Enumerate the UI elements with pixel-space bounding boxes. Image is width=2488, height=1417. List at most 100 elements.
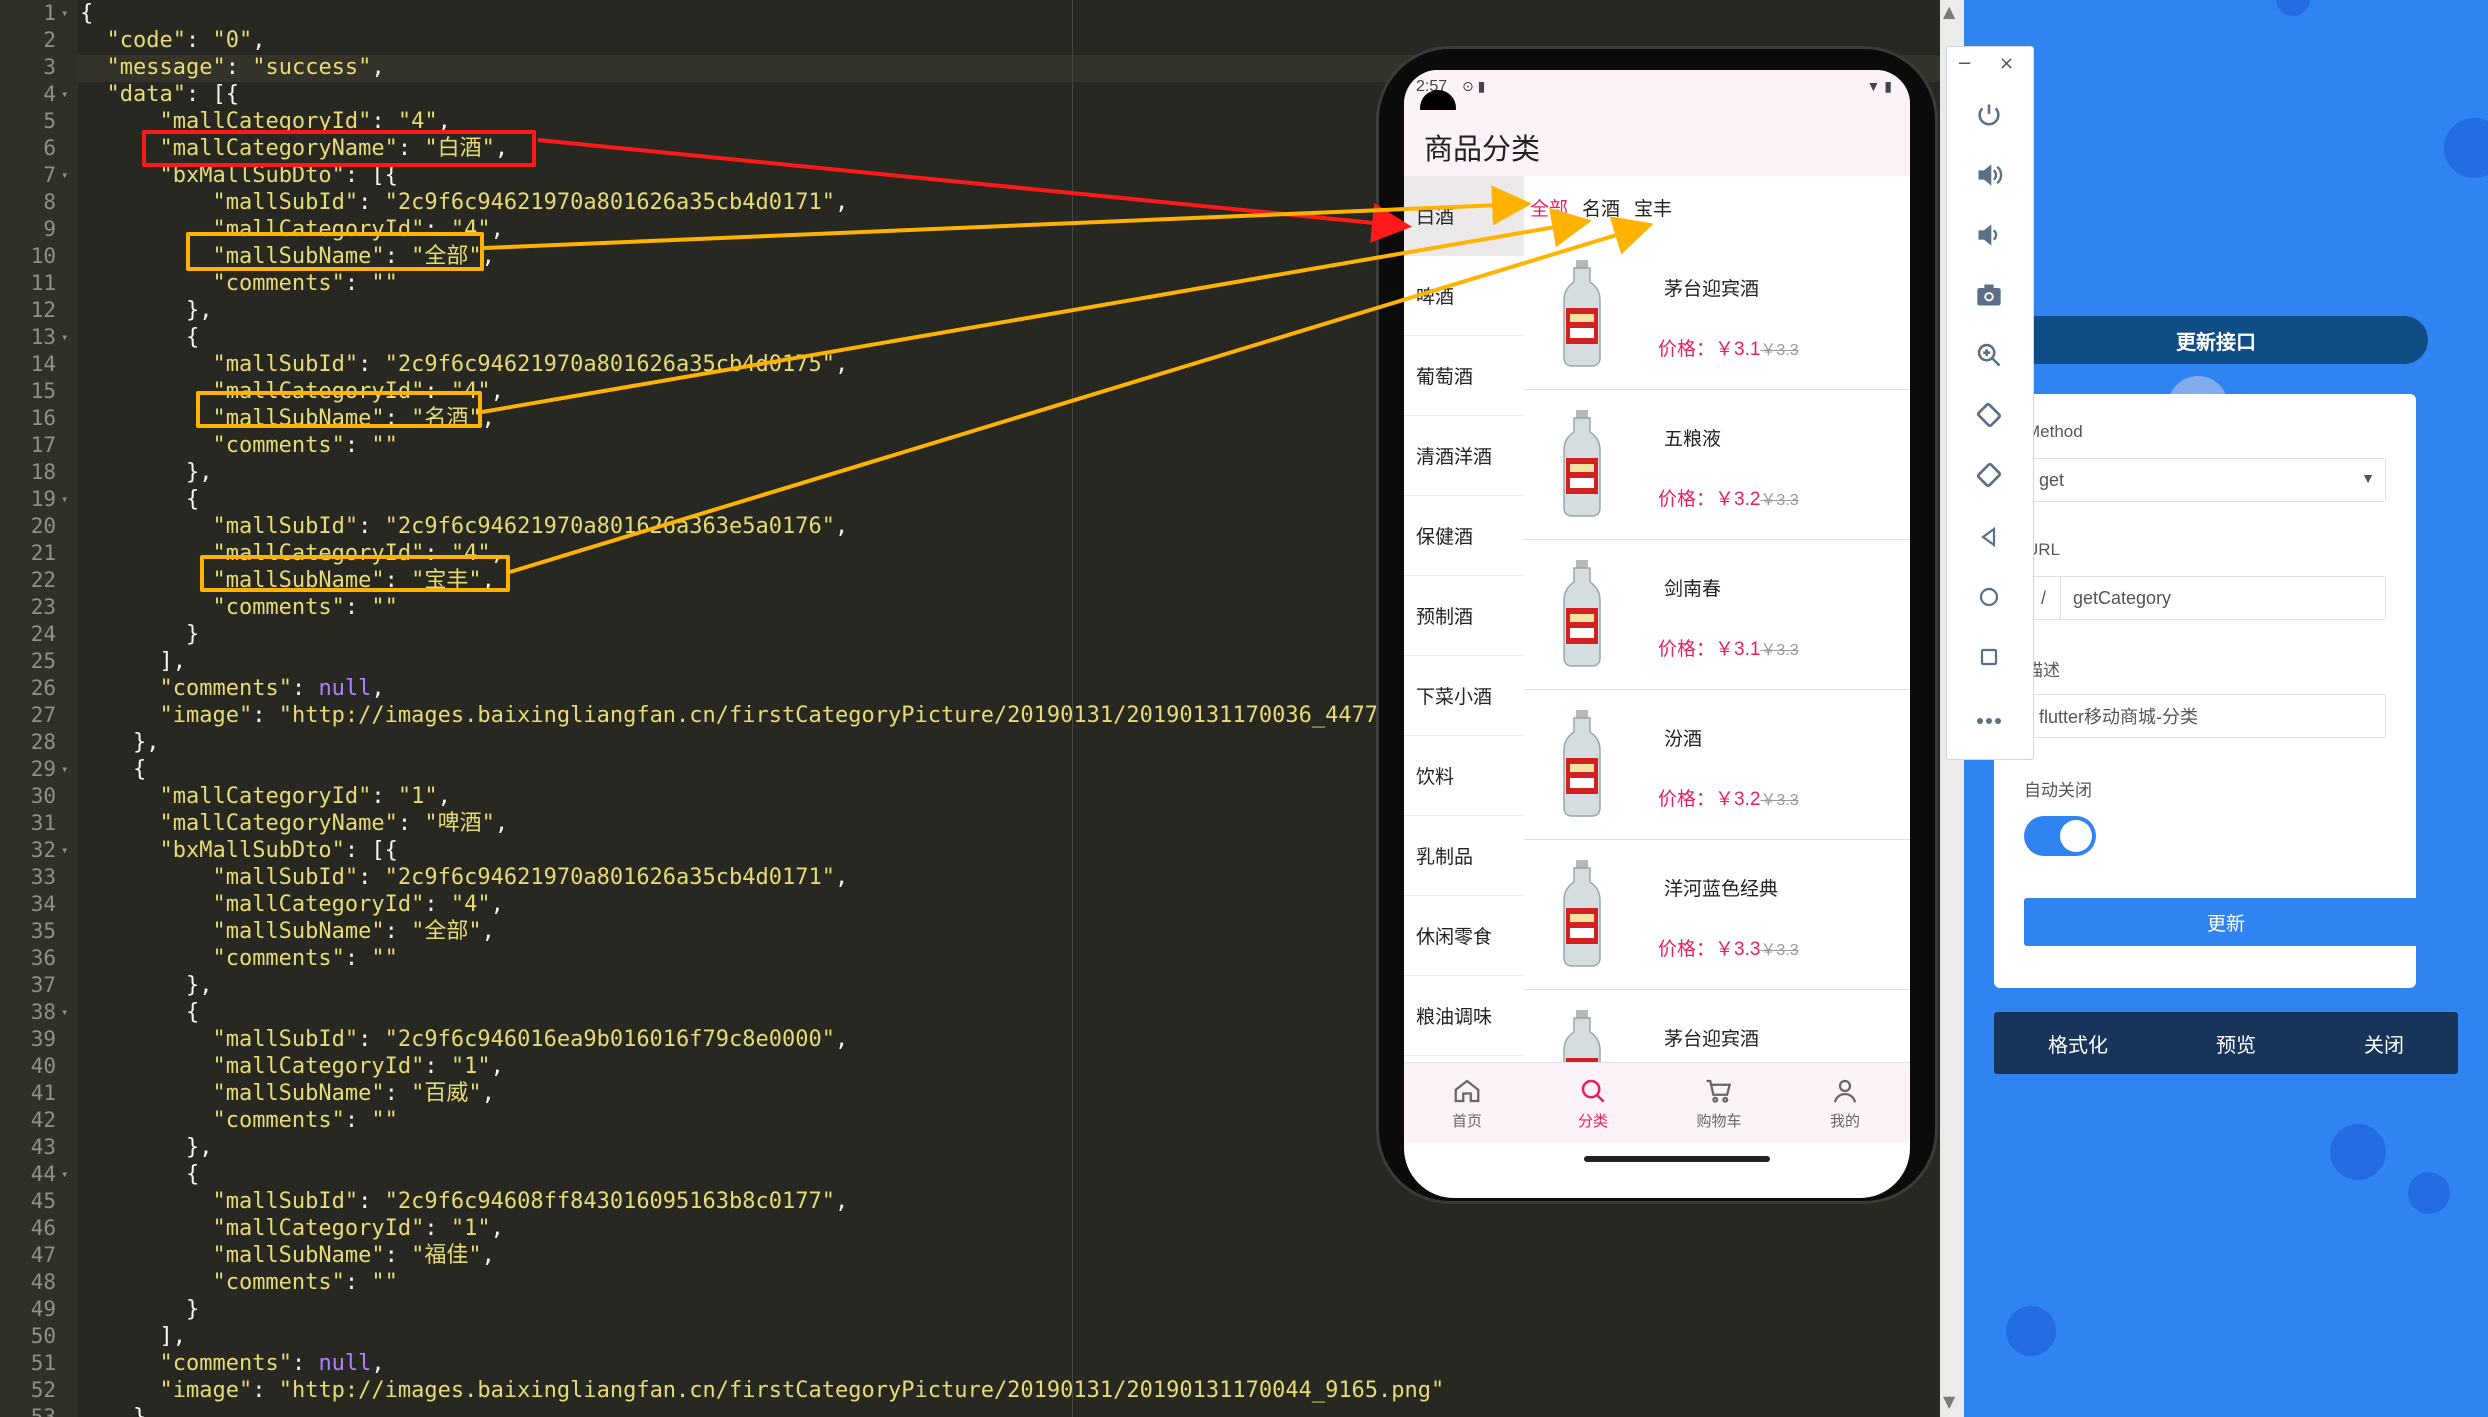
- overview-icon[interactable]: [1967, 635, 2011, 679]
- home-icon: [1454, 1079, 1480, 1102]
- line-number: 34: [30, 892, 56, 916]
- code-line: "bxMallSubDto": [{: [159, 838, 398, 863]
- code-line: },: [80, 730, 160, 755]
- page-title: 商品分类: [1424, 134, 1541, 166]
- description-value: flutter移动商城-分类: [2039, 707, 2199, 727]
- code-line: ],: [80, 649, 186, 674]
- line-number: 26: [30, 676, 56, 700]
- volume-down-icon[interactable]: [1967, 213, 2011, 257]
- line-number: 21: [30, 541, 56, 565]
- product-item[interactable]: 剑南春 价格：￥3.1￥3.3: [1524, 540, 1910, 690]
- line-number: 35: [30, 919, 56, 943]
- line-number: 24: [30, 622, 56, 646]
- update-button[interactable]: 更新: [2024, 898, 2428, 946]
- more-icon[interactable]: [1967, 699, 2011, 743]
- category-item[interactable]: 葡萄酒: [1404, 336, 1524, 416]
- category-item[interactable]: 啤酒: [1404, 256, 1524, 336]
- fold-arrow-icon[interactable]: ▾: [61, 756, 68, 783]
- subtab-all[interactable]: 全部: [1530, 194, 1568, 221]
- code-line: "mallCategoryId": "1",: [212, 1216, 504, 1241]
- nav-profile[interactable]: 我的: [1782, 1063, 1908, 1143]
- wifi-battery-icon: ▼ ▮: [1866, 78, 1892, 94]
- code-line: {: [80, 757, 147, 782]
- line-number: 14: [30, 352, 56, 376]
- product-name: 汾酒: [1664, 729, 1703, 750]
- code-line: "mallSubId": "2c9f6c946016ea9b016016f79c…: [212, 1027, 849, 1052]
- api-update-panel: 更新接口 Method get ▼ URL / getCategory 描述 f…: [1964, 0, 2488, 1417]
- home-icon[interactable]: [1967, 575, 2011, 619]
- update-api-tab[interactable]: 更新接口: [2004, 316, 2428, 364]
- close-button[interactable]: 关闭: [2364, 1029, 2404, 1058]
- description-input[interactable]: flutter移动商城-分类: [2026, 694, 2386, 738]
- subtab-famous[interactable]: 名酒: [1582, 194, 1620, 221]
- method-select[interactable]: get ▼: [2026, 458, 2386, 502]
- code-line: ],: [80, 1324, 186, 1349]
- decor-bubble: [2408, 1172, 2450, 1214]
- category-item[interactable]: 粮油调味: [1404, 976, 1524, 1056]
- code-line: "mallSubId": "2c9f6c94621970a801626a35cb…: [212, 190, 849, 215]
- code-line: },: [80, 1404, 160, 1417]
- fold-arrow-icon[interactable]: ▾: [61, 837, 68, 864]
- bottle-image: [1563, 410, 1601, 517]
- code-line: }: [80, 622, 200, 647]
- back-icon[interactable]: [1967, 515, 2011, 559]
- method-label: Method: [2026, 422, 2083, 441]
- product-price-original: ￥3.3: [1760, 342, 1799, 359]
- category-item[interactable]: 保健酒: [1404, 496, 1524, 576]
- category-item[interactable]: 乳制品: [1404, 816, 1524, 896]
- camera-icon[interactable]: [1967, 273, 2011, 317]
- bottle-image: [1563, 260, 1601, 367]
- product-item[interactable]: 洋河蓝色经典 价格：￥3.3￥3.3: [1524, 840, 1910, 990]
- zoom-icon[interactable]: [1967, 333, 2011, 377]
- product-item[interactable]: 汾酒 价格：￥3.2￥3.3: [1524, 690, 1910, 840]
- bottle-image: [1563, 860, 1601, 967]
- category-item[interactable]: 预制酒: [1404, 576, 1524, 656]
- minimize-icon[interactable]: −: [1957, 53, 1972, 74]
- category-item[interactable]: 饮料: [1404, 736, 1524, 816]
- fold-arrow-icon[interactable]: ▾: [61, 162, 68, 189]
- highlight-subname-famous: [196, 391, 482, 428]
- product-item[interactable]: 五粮液 价格：￥3.2￥3.3: [1524, 390, 1910, 540]
- fold-arrow-icon[interactable]: ▾: [61, 999, 68, 1026]
- product-item[interactable]: 茅台迎宾酒 价格：￥3.1￥3.3: [1524, 240, 1910, 390]
- line-number: 50: [30, 1324, 56, 1348]
- code-line: "mallCategoryName": "啤酒",: [159, 811, 509, 836]
- nav-cart[interactable]: 购物车: [1656, 1063, 1782, 1143]
- scroll-up-arrow-icon[interactable]: ▲: [1943, 2, 1955, 21]
- close-icon[interactable]: ×: [1999, 53, 2014, 74]
- preview-button[interactable]: 预览: [2216, 1029, 2256, 1058]
- category-item[interactable]: 白酒: [1404, 176, 1524, 256]
- bottle-image: [1563, 710, 1601, 817]
- format-button[interactable]: 格式化: [2048, 1029, 2108, 1058]
- chevron-down-icon: ▼: [2361, 470, 2375, 486]
- subtab-baofeng[interactable]: 宝丰: [1634, 194, 1672, 221]
- rotate-right-icon[interactable]: [1967, 453, 2011, 497]
- nav-home[interactable]: 首页: [1404, 1063, 1530, 1143]
- url-input[interactable]: / getCategory: [2026, 576, 2386, 620]
- fold-arrow-icon[interactable]: ▾: [61, 324, 68, 351]
- fold-arrow-icon[interactable]: ▾: [61, 0, 68, 27]
- code-line: "message": "success",: [106, 55, 385, 80]
- product-price: 价格：￥3.2￥3.3: [1658, 484, 1799, 511]
- volume-up-icon[interactable]: [1967, 153, 2011, 197]
- emulator-toolbar: − ×: [1946, 46, 2034, 760]
- rotate-left-icon[interactable]: [1967, 393, 2011, 437]
- nav-category[interactable]: 分类: [1530, 1063, 1656, 1143]
- category-item[interactable]: 休闲零食: [1404, 896, 1524, 976]
- power-icon[interactable]: [1967, 93, 2011, 137]
- category-item[interactable]: 清酒洋酒: [1404, 416, 1524, 496]
- code-line: "mallSubId": "2c9f6c94621970a801626a35cb…: [212, 352, 849, 377]
- product-price-current: 价格：￥3.1: [1658, 339, 1761, 360]
- scroll-down-arrow-icon[interactable]: ▼: [1943, 1392, 1955, 1411]
- line-number: 17: [30, 433, 56, 457]
- fold-arrow-icon[interactable]: ▾: [61, 1161, 68, 1188]
- category-item[interactable]: 下菜小酒: [1404, 656, 1524, 736]
- auto-close-toggle[interactable]: [2024, 816, 2096, 856]
- phone-screen[interactable]: 2:57 ⊙ ▮ ▼ ▮ 商品分类 白酒 啤酒 葡萄酒 清酒洋酒 保健酒 预制酒 下菜小酒饮…: [1404, 70, 1910, 1198]
- code-line: {: [80, 487, 200, 512]
- nav-cart-label: 购物车: [1696, 1112, 1742, 1130]
- line-number: 5: [43, 109, 56, 133]
- fold-arrow-icon[interactable]: ▾: [61, 81, 68, 108]
- fold-arrow-icon[interactable]: ▾: [61, 486, 68, 513]
- nav-category-label: 分类: [1577, 1112, 1608, 1130]
